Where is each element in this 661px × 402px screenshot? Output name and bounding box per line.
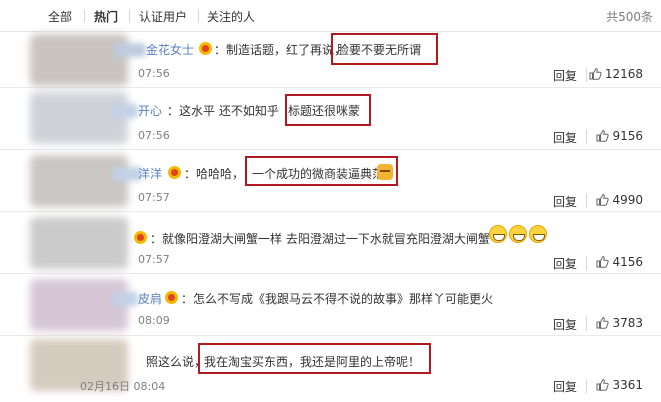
thumbs-up-icon (596, 129, 610, 142)
red-highlight-box (198, 343, 431, 374)
comment-item: 金花女士 ：制造话题，红了再说， 脸要不要无所谓 07:56 回复 12168 (0, 32, 661, 88)
username-blurred (114, 43, 146, 57)
verified-badge-icon (168, 166, 181, 179)
comment-text: ：哈哈哈， (184, 167, 245, 181)
thumbs-up-icon (596, 255, 610, 268)
thumbs-up-icon (596, 193, 610, 206)
username-blurred (112, 104, 138, 118)
verified-badge-icon (199, 42, 212, 55)
like-button[interactable]: 4156 (596, 255, 643, 269)
comment-time: 02月16日 08:04 (80, 380, 166, 393)
username[interactable]: 皮肩 (138, 290, 162, 307)
like-button[interactable]: 9156 (596, 129, 643, 143)
thumbs-up-icon (596, 378, 610, 391)
username[interactable]: 金花女士 (146, 41, 194, 58)
like-button[interactable]: 4990 (596, 193, 643, 207)
comment-item: 洋洋 ：哈哈哈， 一个成功的微商装逼典范 07:57 回复 4990 (0, 150, 661, 212)
comment-item: ：就像阳澄湖大闸蟹一样 去阳澄湖过一下水就冒充阳澄湖大闸蟹 07:57 回复 4… (0, 212, 661, 274)
like-count: 4156 (612, 255, 643, 269)
comment-item: 照这么说， 我在淘宝买东西，我还是阿里的上帝呢！ 02月16日 08:04 回复… (0, 336, 661, 402)
tab-divider (198, 10, 199, 22)
action-divider (586, 317, 587, 331)
comment-filter-tabs: 全部 热门 认证用户 关注的人 共500条 (0, 0, 661, 32)
thumbs-up-icon (596, 316, 610, 329)
action-divider (586, 68, 587, 82)
like-count: 12168 (604, 67, 643, 81)
comment-item: 皮肩 ：怎么不写成《我跟马云不得不说的故事》那样丫可能更火 08:09 回复 3… (0, 274, 661, 336)
like-button[interactable]: 12168 (589, 67, 643, 81)
like-button[interactable]: 3783 (596, 316, 643, 330)
reply-button[interactable]: 回复 (553, 255, 577, 272)
avatar[interactable] (30, 92, 128, 144)
username-blurred (112, 292, 138, 306)
comment-time: 07:56 (138, 67, 170, 80)
thumbs-up-icon (589, 67, 602, 80)
avatar[interactable] (30, 34, 128, 86)
reply-button[interactable]: 回复 (553, 193, 577, 210)
tab-divider (129, 10, 130, 22)
comment-time: 07:56 (138, 129, 170, 142)
red-highlight-box (331, 33, 438, 65)
action-divider (586, 379, 587, 393)
tab-following[interactable]: 关注的人 (207, 8, 255, 25)
verified-badge-icon (165, 291, 178, 304)
reply-button[interactable]: 回复 (553, 129, 577, 146)
comment-text: 照这么说， (146, 355, 207, 369)
avatar[interactable] (30, 217, 128, 269)
tab-hot[interactable]: 热门 (94, 8, 118, 25)
comment-item: 开心 ：这水平 还不如知乎 标题还很咪蒙 07:56 回复 9156 (0, 88, 661, 150)
comment-total-count: 共500条 (606, 10, 653, 24)
username[interactable]: 开心 (138, 102, 162, 119)
tab-verified[interactable]: 认证用户 (139, 8, 187, 25)
grin-emoji-icons (487, 225, 547, 243)
red-highlight-box (285, 94, 371, 126)
comment-time: 08:09 (138, 314, 170, 327)
reply-button[interactable]: 回复 (553, 378, 577, 395)
action-divider (586, 256, 587, 270)
like-count: 9156 (612, 129, 643, 143)
reply-button[interactable]: 回复 (553, 316, 577, 333)
red-highlight-box (245, 156, 398, 186)
like-count: 4990 (612, 193, 643, 207)
like-count: 3783 (612, 316, 643, 330)
like-button[interactable]: 3361 (596, 378, 643, 392)
reply-button[interactable]: 回复 (553, 67, 577, 84)
like-count: 3361 (612, 378, 643, 392)
comment-text: ：这水平 还不如知乎 (167, 104, 279, 118)
comment-text: ：怎么不写成《我跟马云不得不说的故事》那样丫可能更火 (181, 292, 494, 306)
verified-badge-icon (134, 231, 147, 244)
comment-time: 07:57 (138, 191, 170, 204)
username[interactable]: 洋洋 (138, 165, 162, 182)
tab-all[interactable]: 全部 (48, 8, 72, 25)
action-divider (586, 194, 587, 208)
comment-text: ：制造话题，红了再说， (214, 43, 347, 57)
tab-divider (84, 10, 85, 22)
comment-time: 07:57 (138, 253, 170, 266)
action-divider (586, 130, 587, 144)
avatar[interactable] (30, 155, 128, 207)
comment-text: ：就像阳澄湖大闸蟹一样 去阳澄湖过一下水就冒充阳澄湖大闸蟹 (150, 232, 490, 246)
